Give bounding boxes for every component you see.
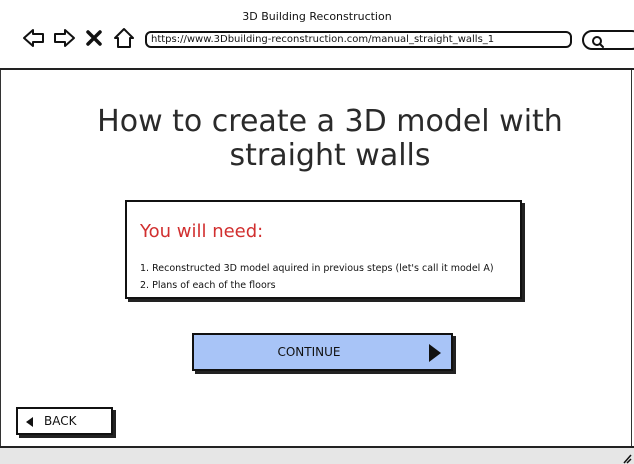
nav-controls (22, 26, 136, 50)
list-item: 2. Plans of each of the floors (140, 280, 276, 291)
close-icon[interactable] (82, 26, 106, 50)
back-arrow-icon[interactable] (22, 26, 46, 50)
requirements-box: You will need: 1. Reconstructed 3D model… (125, 200, 522, 299)
status-bar (0, 446, 634, 464)
home-icon[interactable] (112, 26, 136, 50)
back-triangle-icon (26, 417, 33, 427)
requirements-heading: You will need: (140, 221, 264, 242)
forward-arrow-icon[interactable] (52, 26, 76, 50)
back-button-label: BACK (44, 414, 77, 428)
resize-grip-icon[interactable] (622, 452, 632, 464)
browser-toolbar: 3D Building Reconstruction https://www.3… (0, 0, 634, 70)
browser-search-box[interactable] (582, 30, 634, 50)
back-button[interactable]: BACK (16, 407, 113, 435)
window-title: 3D Building Reconstruction (242, 10, 392, 23)
requirements-list: 1. Reconstructed 3D model aquired in pre… (140, 260, 494, 294)
continue-button[interactable]: CONTINUE (192, 333, 453, 371)
page-title: How to create a 3D model with straight w… (97, 104, 563, 173)
url-bar[interactable]: https://www.3Dbuilding-reconstruction.co… (145, 31, 572, 48)
search-icon (592, 36, 604, 48)
play-arrow-icon (429, 344, 441, 362)
continue-button-label: CONTINUE (277, 345, 341, 359)
list-item: 1. Reconstructed 3D model aquired in pre… (140, 263, 494, 274)
